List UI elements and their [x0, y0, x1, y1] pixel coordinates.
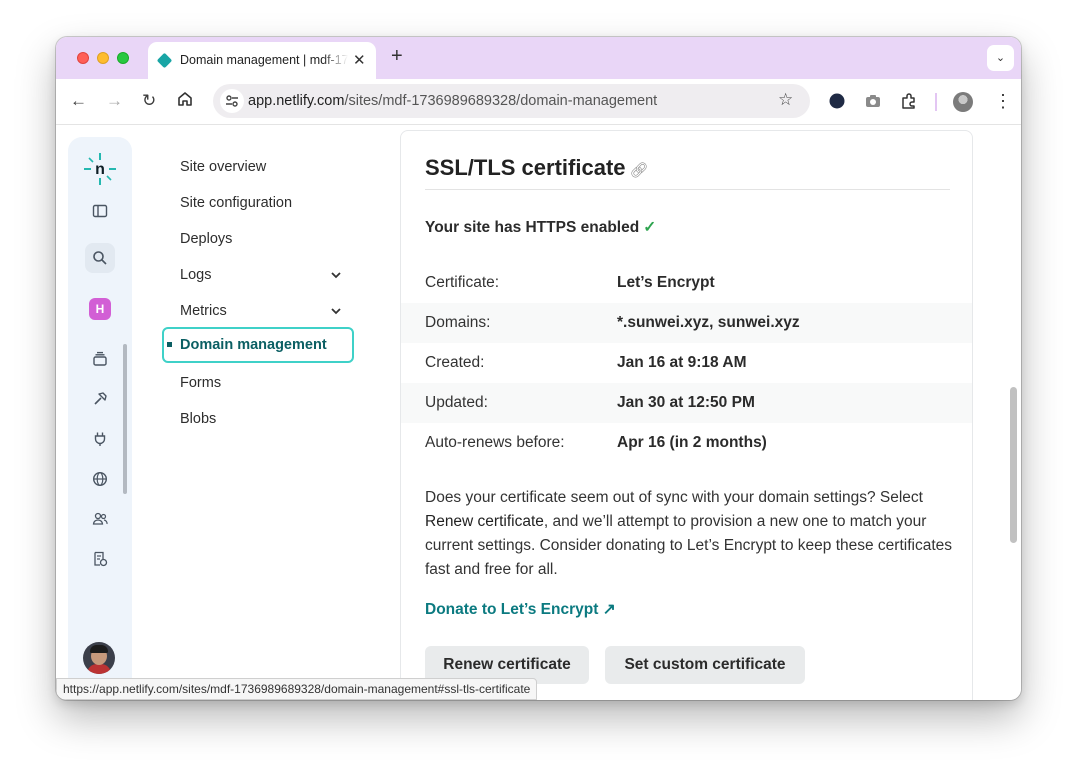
hammer-icon[interactable] — [85, 384, 115, 414]
page-scrollbar[interactable] — [1010, 387, 1017, 543]
set-custom-certificate-button[interactable]: Set custom certificate — [605, 646, 805, 684]
svg-text:n: n — [95, 161, 105, 178]
tab-strip: Domain management | mdf-1736989689328 ✕ … — [56, 37, 1021, 79]
new-tab-button[interactable]: + — [391, 46, 403, 66]
cert-row-updated: Updated: Jan 30 at 12:50 PM — [401, 383, 972, 423]
home-icon — [178, 92, 192, 106]
status-bar-url: https://app.netlify.com/sites/mdf-173698… — [56, 678, 538, 700]
netlify-favicon-icon — [156, 52, 173, 69]
team-avatar-badge[interactable]: H — [89, 298, 111, 320]
camera-icon[interactable] — [864, 92, 882, 115]
active-indicator — [167, 342, 172, 347]
toolbar-divider — [935, 93, 937, 111]
subnav-item-deploys[interactable]: Deploys — [162, 221, 354, 257]
site-info-button[interactable] — [220, 89, 244, 113]
plug-icon[interactable] — [85, 424, 115, 454]
card-title: SSL/TLS certificate 🔗︎ — [425, 155, 649, 180]
tab-search-button[interactable]: ⌄ — [987, 45, 1014, 71]
certificate-description: Does your certificate seem out of sync w… — [425, 489, 952, 578]
subnav-item-site-overview[interactable]: Site overview — [162, 149, 354, 185]
zoom-window-button[interactable] — [117, 52, 129, 64]
subnav-item-site-configuration[interactable]: Site configuration — [162, 185, 354, 221]
https-status: Your site has HTTPS enabled ✓ — [425, 219, 657, 236]
back-button[interactable]: ← — [70, 91, 87, 111]
ssl-certificate-card: SSL/TLS certificate 🔗︎ Your site has HTTP… — [400, 130, 973, 700]
checkmark-icon: ✓ — [643, 219, 657, 236]
subnav-item-blobs[interactable]: Blobs — [162, 401, 354, 437]
sidebar-toggle-icon[interactable] — [85, 196, 115, 226]
subnav-item-domain-management[interactable]: Domain management — [162, 327, 354, 363]
url-text: app.netlify.com/sites/mdf-1736989689328/… — [248, 93, 658, 109]
extensions-puzzle-icon[interactable] — [900, 92, 918, 115]
tab-domain-management[interactable]: Domain management | mdf-1736989689328 ✕ — [148, 42, 376, 79]
chevron-down-icon[interactable] — [330, 257, 342, 295]
subnav-item-metrics[interactable]: Metrics — [162, 293, 354, 329]
globe-icon[interactable] — [85, 464, 115, 494]
page-content: n H Site overview Site configuration Dep… — [56, 125, 1021, 700]
cert-row-created: Created: Jan 16 at 9:18 AM — [425, 354, 747, 371]
title-divider — [425, 189, 950, 190]
chevron-down-icon[interactable] — [330, 293, 342, 331]
reload-button[interactable]: ↻ — [142, 91, 156, 111]
cert-row-certificate: Certificate: Let’s Encrypt — [425, 274, 715, 291]
close-window-button[interactable] — [77, 52, 89, 64]
profile-avatar[interactable] — [953, 92, 973, 112]
search-icon[interactable] — [85, 243, 115, 273]
browser-toolbar: ← → ↻ app.netlify.com/sites/mdf-17369896… — [56, 79, 1021, 125]
tune-icon — [226, 95, 238, 107]
browser-menu-icon[interactable]: ⋮ — [994, 91, 1012, 111]
team-members-icon[interactable] — [85, 504, 115, 534]
extension-moon-icon[interactable] — [828, 92, 846, 115]
tab-title: Domain management | mdf-1736989689328 — [180, 53, 348, 67]
close-tab-icon[interactable]: ✕ — [353, 51, 366, 69]
app-rail: n H — [68, 137, 132, 700]
sites-stack-icon[interactable] — [85, 344, 115, 374]
rail-scrollbar[interactable] — [123, 344, 127, 494]
bookmark-star-icon[interactable]: ☆ — [778, 90, 793, 110]
donate-link[interactable]: Donate to Let’s Encrypt ↗ — [425, 600, 616, 619]
billing-icon[interactable] — [85, 544, 115, 574]
home-button[interactable] — [177, 91, 193, 112]
browser-window: Domain management | mdf-1736989689328 ✕ … — [56, 37, 1021, 700]
cert-row-auto-renews: Auto-renews before: Apr 16 (in 2 months) — [425, 434, 767, 451]
address-bar[interactable]: app.netlify.com/sites/mdf-1736989689328/… — [213, 84, 810, 118]
netlify-logo-icon[interactable]: n — [82, 151, 118, 192]
subnav-item-logs[interactable]: Logs — [162, 257, 354, 293]
subnav-item-forms[interactable]: Forms — [162, 365, 354, 401]
anchor-link-icon[interactable]: 🔗︎ — [630, 162, 649, 179]
cert-row-domains: Domains: *.sunwei.xyz, sunwei.xyz — [401, 303, 972, 343]
forward-button[interactable]: → — [106, 91, 123, 111]
user-avatar[interactable] — [83, 642, 115, 674]
minimize-window-button[interactable] — [97, 52, 109, 64]
